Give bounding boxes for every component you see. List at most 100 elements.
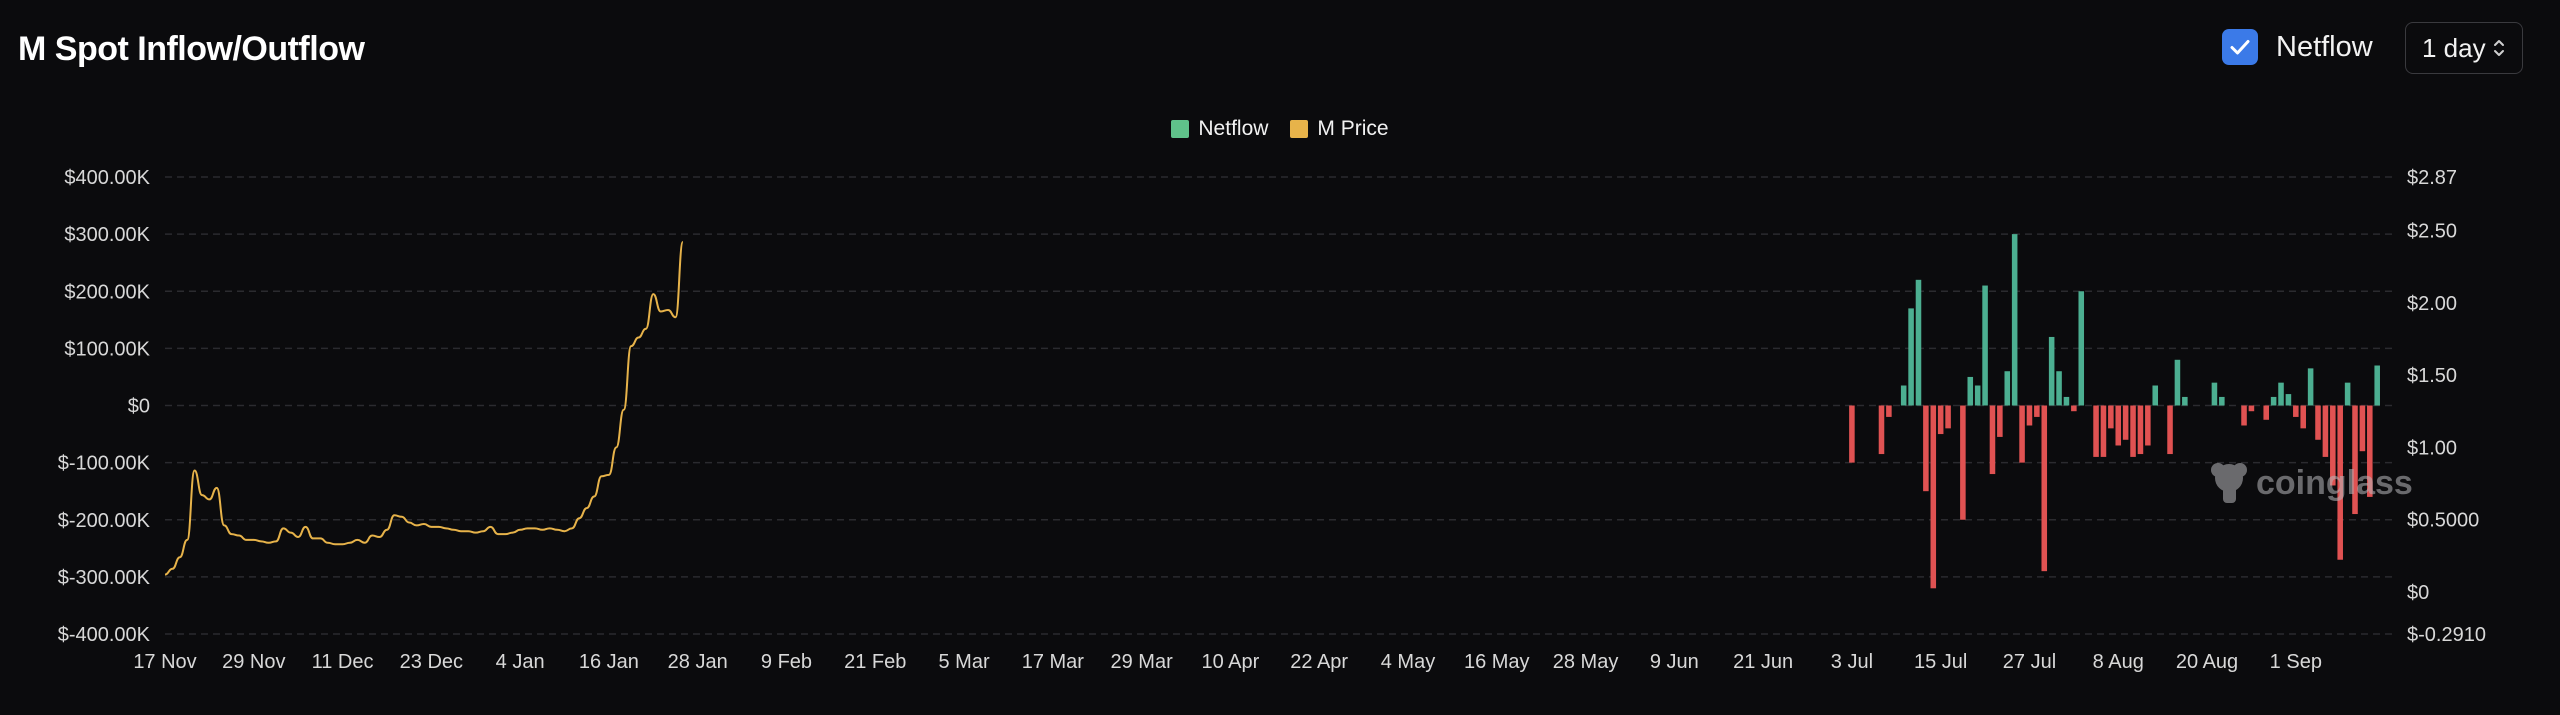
netflow-bar (1930, 405, 1937, 589)
y-right-tick-label: $1.00 (2407, 437, 2457, 459)
netflow-bar (1945, 405, 1951, 429)
netflow-bar (1915, 279, 1922, 406)
netflow-bars (1849, 234, 2380, 589)
netflow-bar (2270, 396, 2277, 406)
netflow-bar (1967, 376, 1974, 406)
x-tick-label: 28 May (1553, 651, 1619, 673)
netflow-bar (2108, 405, 2114, 429)
x-tick-label: 21 Jun (1733, 651, 1793, 673)
netflow-bar (2004, 371, 2011, 406)
y-left-tick-label: $400.00K (64, 167, 150, 189)
netflow-bar (1908, 308, 1914, 406)
netflow-bar (2011, 234, 2018, 406)
right-axis: $2.87 $2.50 $2.00 $1.50 $1.00 $0.5000 $0 $-0.29… (2407, 167, 2486, 646)
x-tick-label: 3 Jul (1831, 651, 1873, 673)
netflow-bar (2048, 336, 2055, 406)
netflow-bar (1900, 385, 1907, 406)
netflow-bar (1989, 405, 1996, 475)
x-tick-label: 28 Jan (668, 651, 728, 673)
netflow-bar (2182, 396, 2188, 406)
y-left-tick-label: $200.00K (64, 281, 150, 303)
netflow-bar (2078, 291, 2085, 406)
y-left-tick-label: $100.00K (64, 338, 150, 360)
netflow-bar (1923, 405, 1929, 492)
netflow-bar (2122, 405, 2129, 440)
netflow-bar (2071, 405, 2077, 412)
x-tick-label: 17 Nov (133, 651, 196, 673)
netflow-bar (2374, 365, 2380, 406)
netflow-bar (1982, 285, 1988, 406)
x-axis: 17 Nov 29 Nov 11 Dec 23 Dec 4 Jan 16 Jan 28 Ja… (133, 651, 2322, 673)
x-tick-label: 4 May (1381, 651, 1435, 673)
netflow-price-chart: $400.00K $300.00K $200.00K $100.00K $0 $-100.… (58, 167, 2486, 673)
x-tick-label: 22 Apr (1290, 651, 1348, 673)
x-tick-label: 16 Jan (579, 651, 639, 673)
netflow-bar (1878, 405, 1885, 455)
netflow-bar (2293, 405, 2299, 417)
y-left-tick-label: $-300.00K (58, 567, 151, 589)
netflow-bar (2137, 405, 2144, 455)
netflow-bar (2034, 405, 2040, 417)
netflow-bar (2315, 405, 2321, 440)
netflow-bar (2248, 405, 2255, 412)
netflow-bar (2285, 394, 2292, 406)
x-tick-label: 21 Feb (844, 651, 906, 673)
netflow-bar (1997, 405, 2003, 437)
x-tick-label: 29 Nov (222, 651, 285, 673)
y-right-tick-label: $2.50 (2407, 220, 2457, 242)
y-left-tick-label: $-200.00K (58, 510, 151, 532)
y-right-tick-label: $1.50 (2407, 365, 2457, 387)
netflow-bar (2019, 405, 2025, 463)
x-tick-label: 4 Jan (496, 651, 545, 673)
netflow-bar (2219, 396, 2225, 406)
x-tick-label: 1 Sep (2270, 651, 2322, 673)
x-tick-label: 17 Mar (1022, 651, 1085, 673)
netflow-bar (1849, 405, 1855, 463)
netflow-bar (2241, 405, 2247, 426)
y-left-tick-label: $300.00K (64, 224, 150, 246)
netflow-bar (2167, 405, 2173, 455)
netflow-bar (2359, 405, 2366, 452)
netflow-bar (2322, 405, 2329, 457)
left-axis: $400.00K $300.00K $200.00K $100.00K $0 $-100.… (58, 167, 151, 646)
netflow-bar (2056, 371, 2062, 406)
netflow-bar (2211, 382, 2218, 406)
netflow-bar (2115, 405, 2122, 446)
x-tick-label: 10 Apr (1201, 651, 1259, 673)
x-tick-label: 16 May (1464, 651, 1530, 673)
netflow-bar (2130, 405, 2136, 457)
netflow-bar (1960, 405, 1966, 520)
netflow-bar (2152, 385, 2159, 406)
x-tick-label: 8 Aug (2093, 651, 2144, 673)
netflow-bar (1974, 385, 1981, 406)
y-left-tick-label: $-100.00K (58, 453, 151, 475)
y-right-tick-label: $-0.2910 (2407, 624, 2486, 646)
netflow-bar (2307, 368, 2314, 406)
y-right-tick-label: $0.5000 (2407, 510, 2479, 532)
netflow-bar (2041, 405, 2048, 572)
netflow-bar (2063, 396, 2070, 406)
netflow-bar (2093, 405, 2099, 457)
netflow-bar (2278, 382, 2284, 406)
x-tick-label: 11 Dec (312, 651, 374, 673)
netflow-bar (2026, 405, 2033, 426)
x-tick-label: 5 Mar (938, 651, 989, 673)
netflow-bar (2344, 382, 2351, 406)
y-right-tick-label: $0 (2407, 582, 2429, 604)
x-tick-label: 23 Dec (400, 651, 463, 673)
x-tick-label: 27 Jul (2003, 651, 2056, 673)
netflow-bar (1937, 405, 1944, 435)
watermark-text: coinglass (2256, 464, 2413, 502)
x-tick-label: 29 Mar (1110, 651, 1173, 673)
y-right-tick-label: $2.87 (2407, 167, 2457, 189)
x-tick-label: 15 Jul (1914, 651, 1967, 673)
x-tick-label: 9 Jun (1650, 651, 1699, 673)
netflow-bar (2145, 405, 2151, 446)
coinglass-logo-icon (2211, 463, 2247, 503)
y-left-tick-label: $-400.00K (58, 624, 151, 646)
x-tick-label: 20 Aug (2176, 651, 2238, 673)
watermark: coinglass (2211, 463, 2413, 503)
netflow-bar (1886, 405, 1892, 417)
y-left-tick-label: $0 (128, 396, 150, 418)
netflow-bar (2100, 405, 2107, 457)
